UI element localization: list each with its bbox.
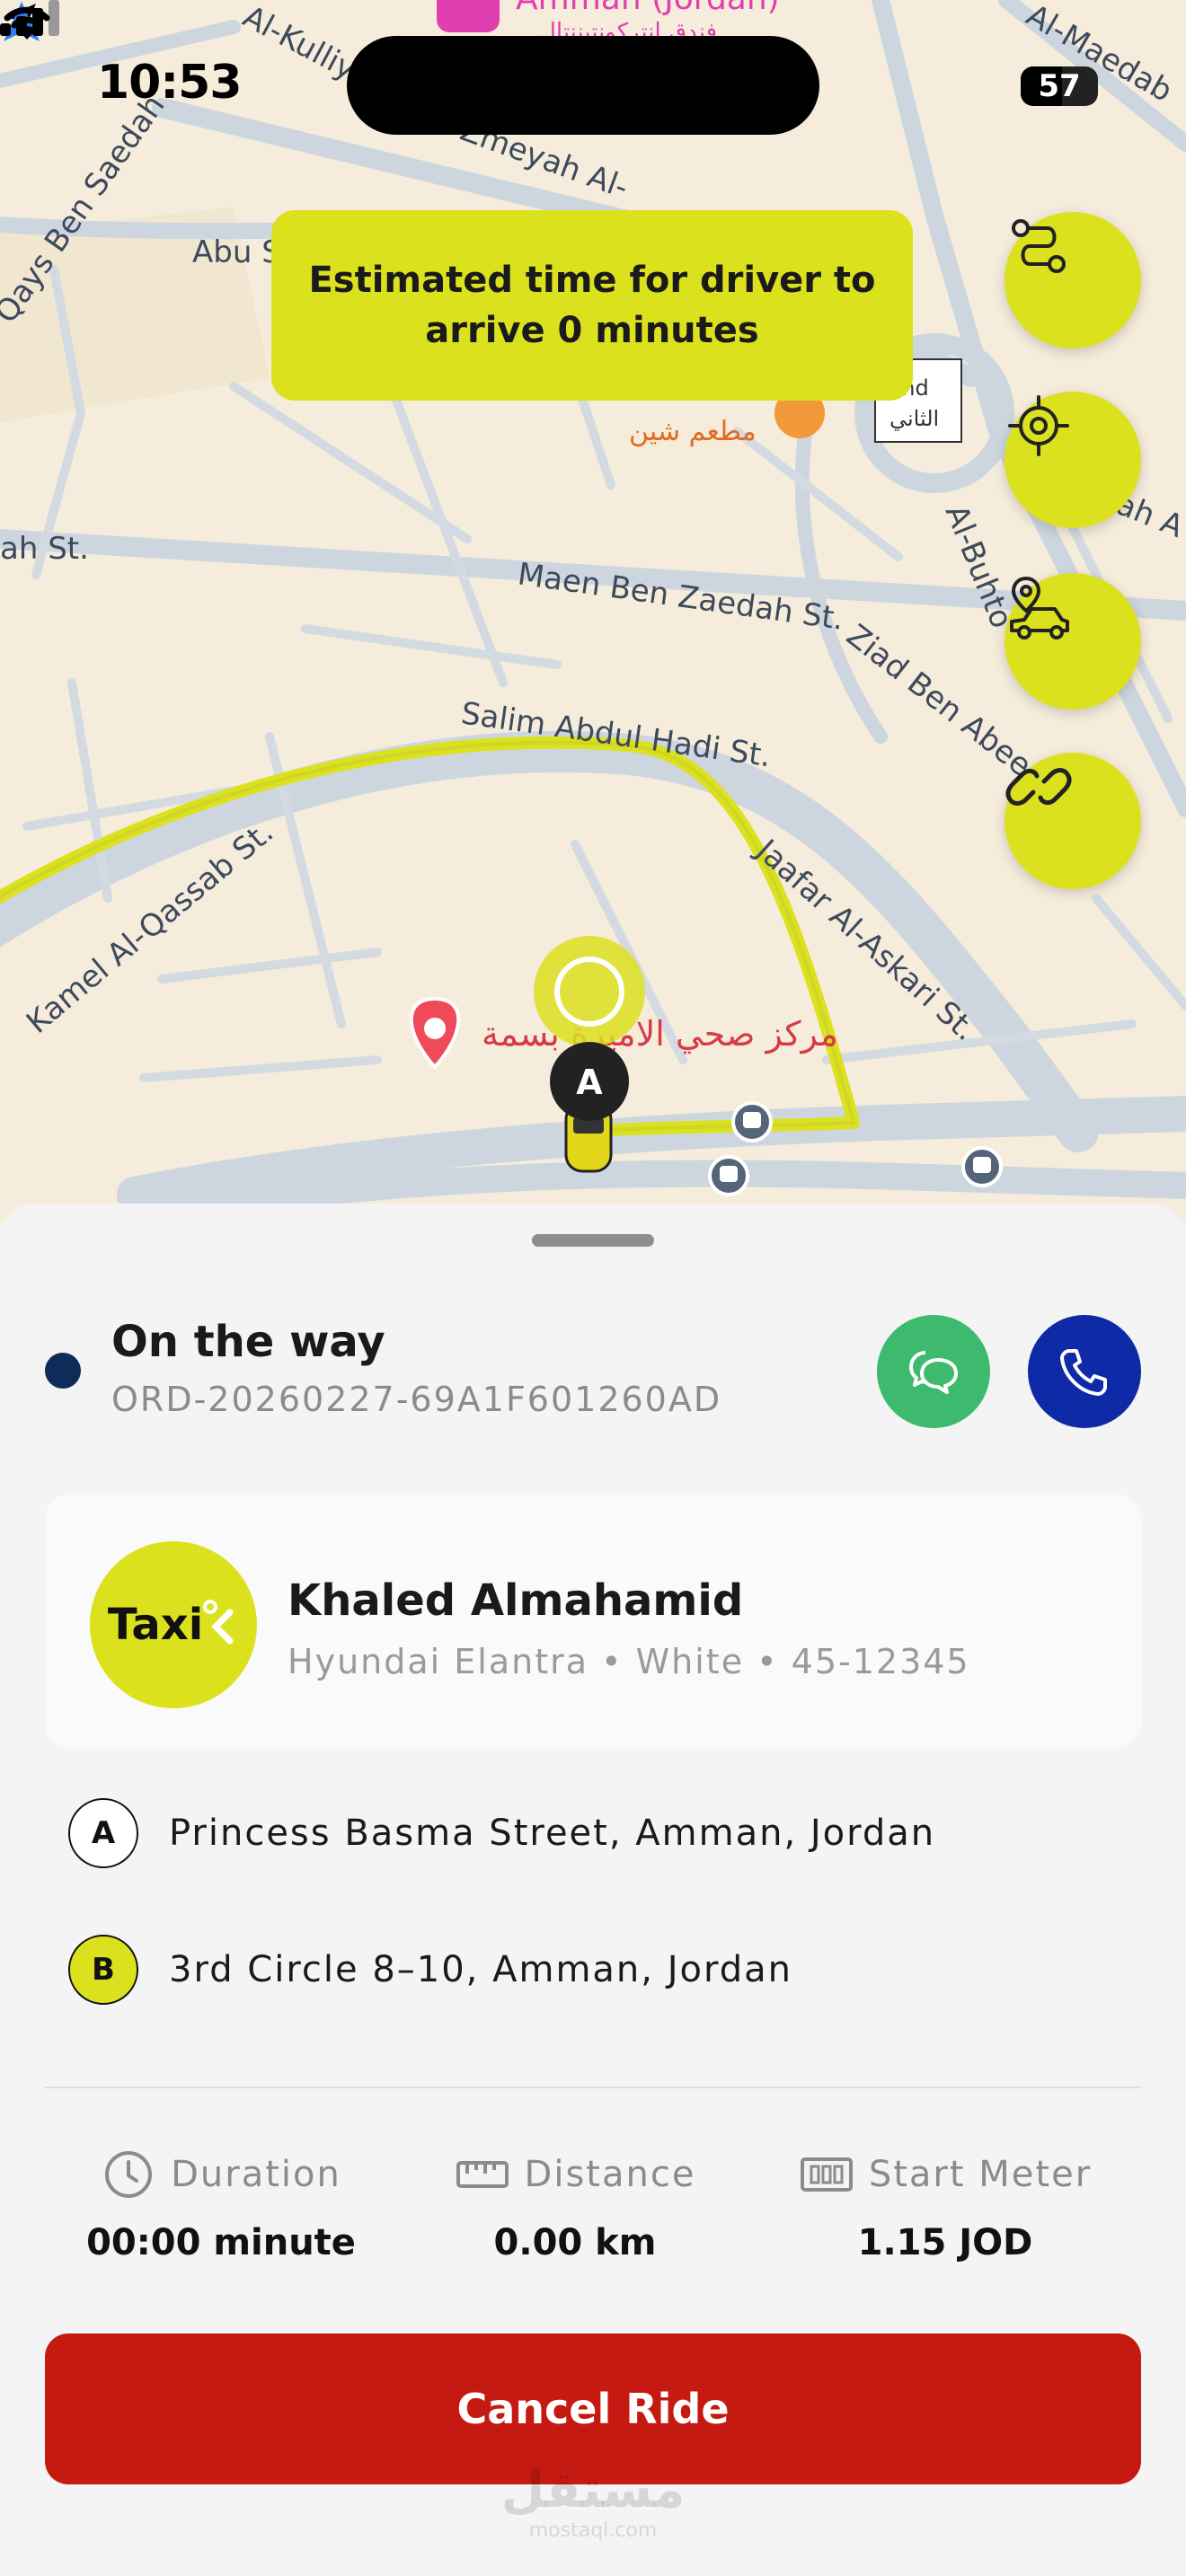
bus-stop-icon[interactable] <box>961 1146 1003 1187</box>
taxi-logo-text: Taxi <box>107 1600 204 1650</box>
share-trip-button[interactable] <box>1005 753 1141 889</box>
stat-start-meter: Start Meter 1.15 JOD <box>757 2147 1134 2263</box>
watermark-arabic: مستقل <box>500 2461 686 2519</box>
start-meter-label: Start Meter <box>868 2154 1093 2195</box>
eta-banner: Estimated time for driver to arrive 0 mi… <box>271 210 913 401</box>
locate-icon <box>1008 395 1069 456</box>
poi-restaurant-label: مطعم شين <box>629 416 757 447</box>
bus-stop-icon[interactable] <box>708 1155 749 1196</box>
stop-badge-b: B <box>68 1935 138 2005</box>
poi-circle-label-ar: الثاني <box>890 406 939 431</box>
battery-indicator: 57 <box>1021 66 1098 106</box>
driver-name: Khaled Almahamid <box>288 1575 744 1626</box>
watermark-latin: mostaql.com <box>528 2519 658 2542</box>
meter-icon <box>800 2157 853 2192</box>
clock-icon <box>105 2151 153 2198</box>
stat-distance: Distance 0.00 km <box>386 2147 764 2263</box>
route-button[interactable] <box>1005 212 1141 348</box>
phone-icon <box>1060 1349 1107 1396</box>
chat-icon <box>909 1351 958 1394</box>
stop-pickup: A Princess Basma Street, Amman, Jordan <box>68 1798 1128 1874</box>
route-icon <box>1012 219 1066 273</box>
locate-me-button[interactable] <box>1005 392 1141 528</box>
street-label-abu: Abu S <box>192 234 281 270</box>
bus-stop-icon[interactable] <box>731 1101 773 1142</box>
ride-status-dot <box>45 1353 81 1389</box>
street-label-ah: ah St. <box>0 531 89 567</box>
chat-button[interactable] <box>877 1315 990 1428</box>
order-id: ORD-20260227-69A1F601260AD <box>111 1380 722 1419</box>
stat-duration: Duration 00:00 minute <box>32 2147 410 2263</box>
call-button[interactable] <box>1028 1315 1141 1428</box>
watermark: مستقل mostaql.com <box>0 2461 1186 2542</box>
dynamic-island <box>347 36 819 135</box>
stop-dropoff: B 3rd Circle 8–10, Amman, Jordan <box>68 1935 1128 2010</box>
taxi-logo-mark-icon <box>203 1600 234 1645</box>
poi-hotel-label: Amman (Jordan) <box>516 0 780 17</box>
distance-value: 0.00 km <box>493 2222 657 2263</box>
share-link-icon <box>1005 768 1072 806</box>
wifi-icon <box>4 6 50 40</box>
ride-sheet: On the way ORD-20260227-69A1F601260AD Ta… <box>0 1204 1186 2576</box>
pickup-marker-a[interactable]: A <box>550 1042 629 1121</box>
ruler-icon <box>456 2161 509 2188</box>
poi-clinic-label: مركز صحي الاميرة بسمة <box>482 1014 838 1054</box>
ride-status: On the way <box>111 1317 385 1367</box>
dropoff-address: 3rd Circle 8–10, Amman, Jordan <box>169 1949 792 1990</box>
distance-label: Distance <box>524 2154 696 2195</box>
pickup-address: Princess Basma Street, Amman, Jordan <box>169 1813 936 1854</box>
map-view[interactable]: Maen Ben Zaedah St. Salim Abdul Hadi St.… <box>0 0 1186 1222</box>
stop-badge-a: A <box>68 1798 138 1868</box>
sheet-drag-handle[interactable] <box>532 1234 654 1247</box>
start-meter-value: 1.15 JOD <box>857 2222 1033 2263</box>
vehicle-info: Hyundai Elantra • White • 45-12345 <box>288 1642 970 1681</box>
battery-level: 57 <box>1038 68 1081 104</box>
car-location-icon <box>1010 576 1069 640</box>
status-time: 10:53 <box>97 56 243 110</box>
track-driver-button[interactable] <box>1005 573 1141 710</box>
duration-value: 00:00 minute <box>86 2222 356 2263</box>
driver-card[interactable]: Taxi Khaled Almahamid Hyundai Elantra • … <box>45 1495 1141 1748</box>
driver-location-marker <box>534 936 645 1047</box>
duration-label: Duration <box>171 2154 341 2195</box>
divider <box>45 2086 1141 2088</box>
svg-text:A: A <box>576 1063 603 1102</box>
driver-avatar: Taxi <box>90 1541 257 1708</box>
